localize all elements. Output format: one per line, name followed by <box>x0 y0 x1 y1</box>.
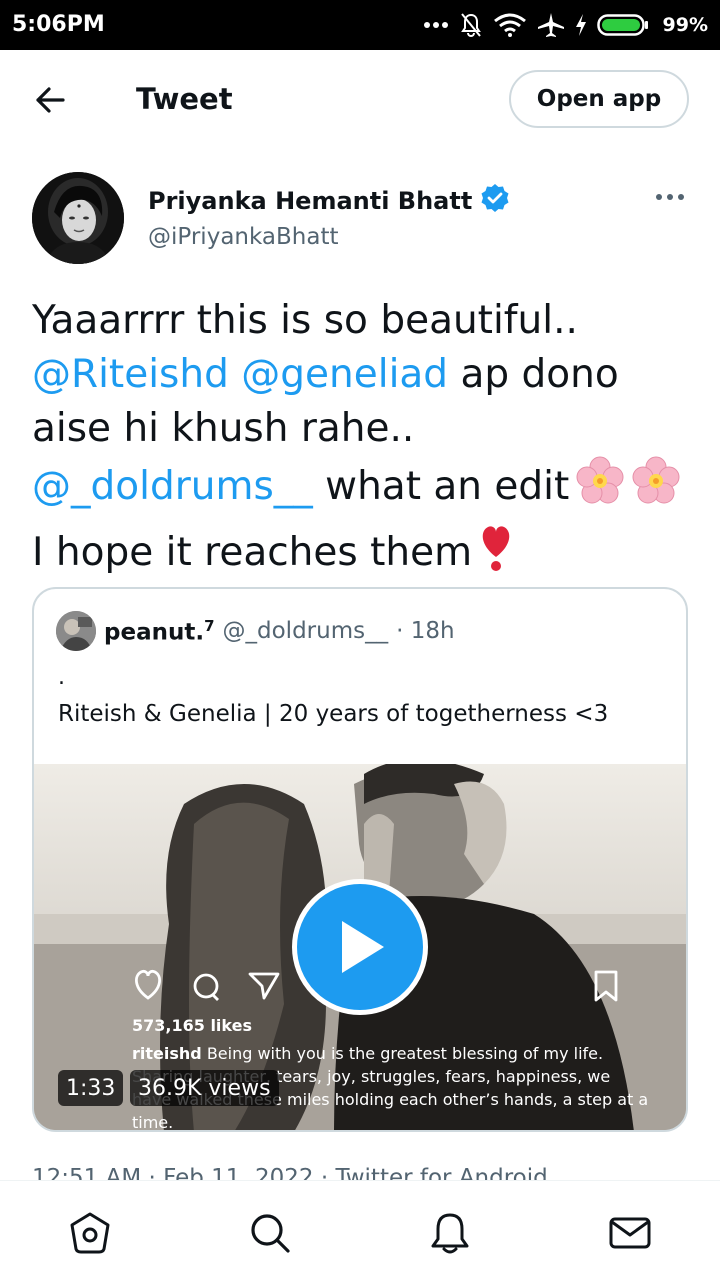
quoted-author-name-sup: 7 <box>204 616 215 635</box>
cherry-blossom-icon <box>631 456 681 521</box>
nav-notifications[interactable] <box>428 1211 472 1255</box>
wifi-icon <box>493 13 527 37</box>
status-bar: 5:06PM 99% <box>0 0 720 50</box>
tweet-line: Yaaarrrr this is so beautiful.. <box>32 294 702 348</box>
top-header: Tweet Open app <box>0 50 720 150</box>
mention-link[interactable]: @_doldrums__ <box>32 464 313 509</box>
back-button[interactable] <box>30 80 70 120</box>
search-icon <box>251 1214 290 1253</box>
instagram-likes: 573,165 likes <box>132 1016 252 1035</box>
tweet-line: I hope it reaches them <box>32 521 702 588</box>
battery-icon <box>596 13 649 37</box>
video-duration-badge: 1:33 <box>58 1070 124 1106</box>
airplane-icon <box>537 12 565 38</box>
author-name[interactable]: Priyanka Hemanti Bhatt <box>148 187 472 215</box>
tweet-text-segment: aise hi khush rahe.. <box>32 406 415 451</box>
open-app-button[interactable]: Open app <box>509 70 689 128</box>
charging-icon <box>575 13 587 37</box>
verified-badge-icon <box>480 183 510 218</box>
tweet-text-segment: what an edit <box>312 464 570 509</box>
quoted-author-avatar <box>56 611 96 651</box>
author-handle[interactable]: @iPriyankaBhatt <box>148 224 338 250</box>
quoted-tweet-card[interactable]: peanut.7 @_doldrums__ · 18h . Riteish & … <box>32 587 688 1132</box>
quoted-author-name: peanut.7 <box>104 617 215 646</box>
page-title: Tweet <box>136 82 233 116</box>
quoted-tweet-dot: . <box>58 665 65 690</box>
tweet-line: aise hi khush rahe.. <box>32 402 702 456</box>
author-avatar[interactable] <box>32 172 124 264</box>
status-time: 5:06PM <box>12 12 105 37</box>
nav-search[interactable] <box>248 1211 292 1255</box>
play-button[interactable] <box>292 879 428 1015</box>
tweet-line: @_doldrums__ what an edit <box>32 456 702 521</box>
quoted-author-handle: @_doldrums__ <box>222 618 389 644</box>
play-icon <box>342 921 384 973</box>
tweet-text: Yaaarrrr this is so beautiful.. @Riteish… <box>32 294 702 588</box>
more-horizontal-icon <box>656 194 684 200</box>
nav-home[interactable] <box>68 1211 112 1255</box>
tweet-text-segment: I hope it reaches them <box>32 530 473 575</box>
home-icon <box>70 1212 110 1254</box>
tweet-text-segment: ap dono <box>448 352 619 397</box>
messages-icon <box>609 1217 651 1249</box>
bottom-navigation <box>0 1180 720 1280</box>
more-dots-icon <box>423 21 449 29</box>
mention-link[interactable]: @Riteishd <box>32 352 229 397</box>
instagram-username: riteishd <box>132 1044 202 1063</box>
instagram-caption-line: Being with you is the greatest blessing … <box>201 1044 604 1063</box>
nav-messages[interactable] <box>608 1211 652 1255</box>
quoted-tweet-time: · 18h <box>396 618 455 644</box>
quoted-tweet-text: Riteish & Genelia | 20 years of together… <box>58 701 609 727</box>
tweet-text-segment: Yaaarrrr this is so beautiful.. <box>32 298 578 343</box>
tweet-line: @Riteishd @geneliad ap dono <box>32 348 702 402</box>
quoted-tweet-header: peanut.7 @_doldrums__ · 18h <box>56 611 455 651</box>
video-views-badge: 36.9K views <box>130 1070 279 1106</box>
cherry-blossom-icon <box>575 456 625 521</box>
more-options-button[interactable] <box>650 182 690 212</box>
heart-exclamation-icon <box>478 521 514 588</box>
quoted-author-name-text: peanut. <box>104 619 205 646</box>
back-arrow-icon <box>36 87 65 113</box>
mute-icon <box>459 12 483 38</box>
author-name-row[interactable]: Priyanka Hemanti Bhatt <box>148 183 510 218</box>
status-icons: 99% <box>423 10 708 40</box>
tweet-text-segment <box>229 352 241 397</box>
battery-percent: 99% <box>662 14 708 36</box>
notifications-icon <box>431 1213 469 1254</box>
video-player[interactable]: 573,165 likes riteishd Being with you is… <box>34 764 686 1132</box>
mention-link[interactable]: @geneliad <box>241 352 448 397</box>
instagram-caption-line: time. <box>132 1113 174 1132</box>
